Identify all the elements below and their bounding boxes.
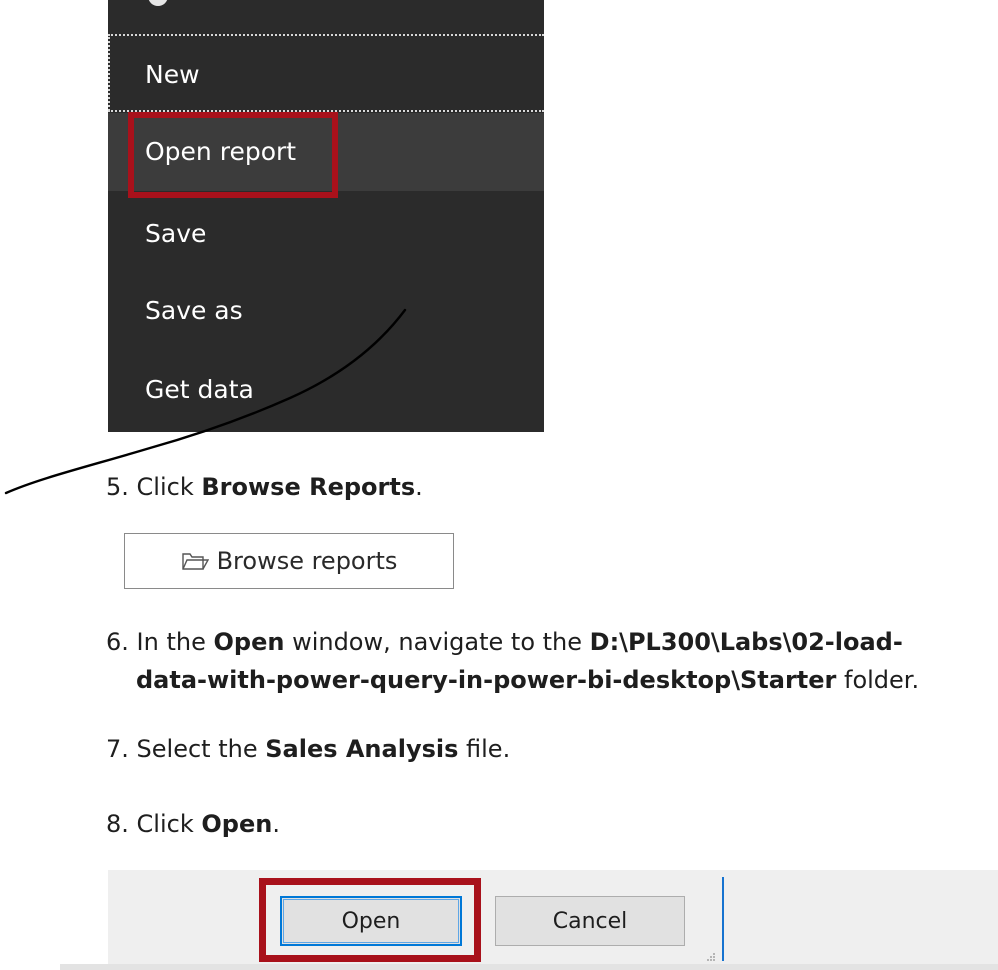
menu-item-label: Save as <box>145 296 243 325</box>
step-text: folder. <box>836 666 920 694</box>
step-6: 6. In the Open window, navigate to the D… <box>106 623 919 699</box>
step-number: 8. <box>106 810 129 838</box>
step-7: 7. Select the Sales Analysis file. <box>106 730 510 768</box>
highlight-box-open <box>259 878 481 962</box>
step-bold: Open <box>201 810 273 838</box>
menu-item-new[interactable]: New <box>108 36 544 114</box>
step-5: 5. Click Browse Reports. <box>106 468 423 506</box>
step-number: 7. <box>106 735 129 763</box>
highlight-box-open-report <box>128 112 338 198</box>
menu-item-icon <box>148 0 168 6</box>
step-text: In the <box>136 628 214 656</box>
step-text: . <box>272 810 280 838</box>
step-text: file. <box>458 735 511 763</box>
step-number: 5. <box>106 473 129 501</box>
cancel-button-label: Cancel <box>552 908 628 934</box>
step-text: Select the <box>136 735 266 763</box>
menu-item-save-as[interactable]: Save as <box>108 272 544 350</box>
browse-reports-label: Browse reports <box>216 547 398 575</box>
step-text: . <box>415 473 423 501</box>
step-bold: Open <box>213 628 285 656</box>
menu-item-label: Save <box>145 219 207 248</box>
menu-item-save[interactable]: Save <box>108 195 544 273</box>
dialog-bottom-edge <box>60 964 998 970</box>
cancel-button[interactable]: Cancel <box>495 896 685 946</box>
menu-item-label: Get data <box>145 375 254 404</box>
dialog-divider <box>722 877 724 961</box>
step-bold: Browse Reports <box>201 473 416 501</box>
menu-item-get-data[interactable]: Get data <box>108 351 544 429</box>
step-text: Click <box>136 473 202 501</box>
step-bold: Sales Analysis <box>265 735 459 763</box>
folder-open-icon <box>181 553 209 570</box>
step-bold: D:\PL300\Labs\02-load- <box>589 628 903 656</box>
step-8: 8. Click Open. <box>106 805 280 843</box>
menu-item-label: New <box>145 60 200 89</box>
step-bold: data-with-power-query-in-power-bi-deskto… <box>136 666 837 694</box>
step-text: Click <box>136 810 202 838</box>
browse-reports-button[interactable]: Browse reports <box>124 533 454 589</box>
step-text: window, navigate to the <box>284 628 590 656</box>
resize-grip-icon <box>707 953 715 961</box>
step-6-line-2: data-with-power-query-in-power-bi-deskto… <box>106 661 919 699</box>
step-number: 6. <box>106 628 129 656</box>
file-menu: New Open report Save Save as Get data <box>108 0 544 432</box>
